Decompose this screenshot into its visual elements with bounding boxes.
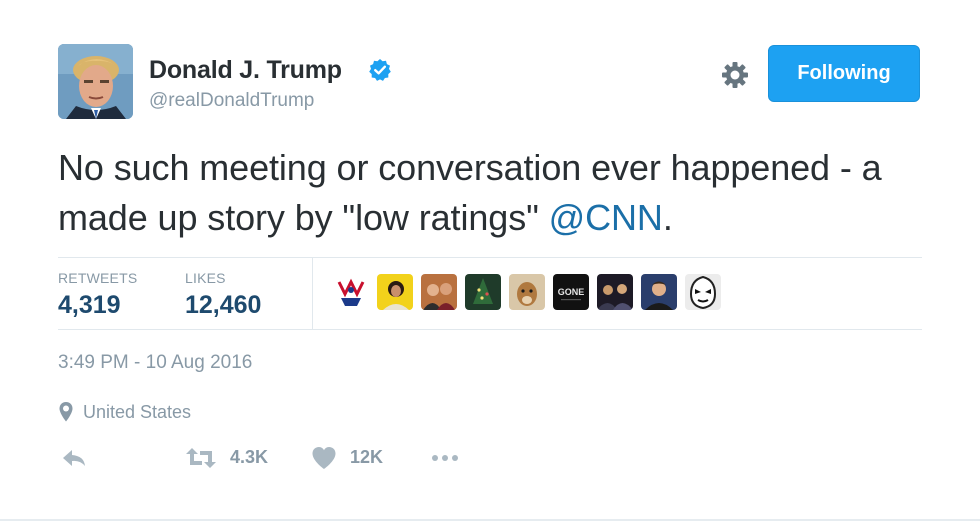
mention-link[interactable]: @CNN bbox=[549, 197, 663, 238]
liker-avatar-4[interactable] bbox=[465, 274, 501, 310]
liker-avatar-1[interactable] bbox=[333, 274, 369, 310]
liker-avatar-5[interactable] bbox=[509, 274, 545, 310]
reply-button[interactable] bbox=[60, 444, 88, 472]
stats-divider-top bbox=[58, 257, 922, 258]
liker-avatar-6-text: GONE bbox=[558, 287, 585, 297]
liker-avatar-7[interactable] bbox=[597, 274, 633, 310]
liker-avatar-3[interactable] bbox=[421, 274, 457, 310]
more-icon bbox=[432, 455, 458, 461]
retweet-button[interactable] bbox=[185, 444, 217, 472]
author-display-name[interactable]: Donald J. Trump bbox=[149, 56, 342, 85]
tweet-text: No such meeting or conversation ever hap… bbox=[58, 143, 938, 243]
retweets-count[interactable]: 4,319 bbox=[58, 291, 121, 320]
retweets-label: RETWEETS bbox=[58, 270, 138, 286]
tweet-text-body: No such meeting or conversation ever hap… bbox=[58, 147, 882, 238]
liker-avatar-6[interactable]: GONE bbox=[553, 274, 589, 310]
gear-icon[interactable] bbox=[720, 60, 750, 90]
like-count[interactable]: 12K bbox=[350, 447, 383, 468]
verified-badge-icon bbox=[369, 59, 391, 81]
following-button[interactable]: Following bbox=[768, 45, 920, 102]
liker-avatar-2[interactable] bbox=[377, 274, 413, 310]
likes-count[interactable]: 12,460 bbox=[185, 291, 261, 320]
likes-label: LIKES bbox=[185, 270, 226, 286]
more-button[interactable] bbox=[430, 444, 462, 472]
location-pin-icon bbox=[59, 402, 73, 422]
like-button[interactable] bbox=[311, 444, 337, 472]
heart-icon bbox=[312, 447, 336, 469]
stats-divider-bottom bbox=[58, 329, 922, 330]
retweet-icon bbox=[186, 448, 216, 468]
author-avatar[interactable] bbox=[58, 44, 133, 119]
tweet-card: Donald J. Trump @realDonaldTrump Followi… bbox=[0, 0, 980, 521]
stats-vertical-divider bbox=[312, 258, 313, 329]
liker-avatar-8[interactable] bbox=[641, 274, 677, 310]
reply-icon bbox=[63, 450, 85, 466]
tweet-location[interactable]: United States bbox=[83, 402, 191, 423]
liker-avatar-9[interactable] bbox=[685, 274, 721, 310]
author-screen-name[interactable]: @realDonaldTrump bbox=[149, 90, 314, 112]
tweet-text-end: . bbox=[662, 197, 673, 238]
tweet-timestamp[interactable]: 3:49 PM - 10 Aug 2016 bbox=[58, 352, 252, 374]
retweet-count[interactable]: 4.3K bbox=[230, 447, 268, 468]
